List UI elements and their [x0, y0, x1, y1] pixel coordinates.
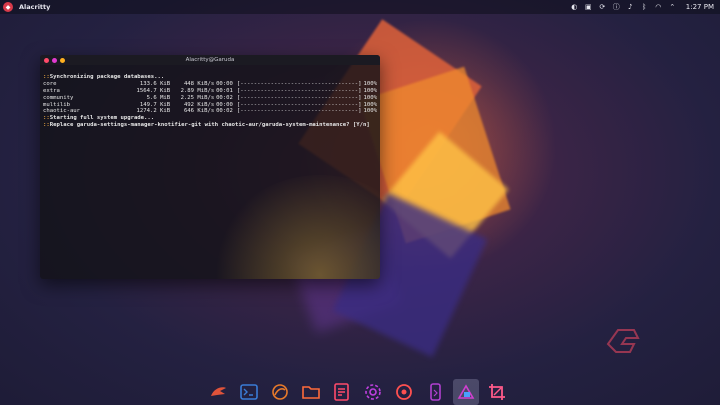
- terminal-icon: [240, 384, 258, 400]
- sync-line: :: Synchronizing package databases...: [43, 73, 165, 80]
- replace-prompt-line: :: Replace garuda-settings-manager-knoti…: [43, 122, 370, 129]
- repo-bar: [-----------------------------------]: [236, 87, 362, 94]
- repo-row: extra 1564.7 KiB 2.89 MiB/s 00:01 [---------…: [43, 88, 377, 95]
- browser-icon: [272, 384, 288, 400]
- repo-size: 133.6 KiB: [139, 80, 171, 87]
- update-notifier-icon[interactable]: ⟳: [598, 3, 607, 12]
- dock: [205, 379, 510, 405]
- repo-row: community 5.6 MiB 2.25 MiB/s 00:02 [--------…: [43, 95, 377, 102]
- repo-rate: 646 KiB/s: [183, 108, 215, 115]
- terminal-titlebar[interactable]: Alacritty@Garuda: [40, 55, 380, 65]
- repo-name: core: [43, 80, 57, 87]
- wifi-icon[interactable]: ◠: [654, 3, 663, 12]
- garuda-launcher-dock-button[interactable]: [205, 379, 231, 405]
- file-manager-icon: [302, 386, 320, 399]
- phone-dock-button[interactable]: [422, 379, 448, 405]
- repo-pct: 100%: [363, 80, 377, 87]
- repo-row: chaotic-aur 1274.2 KiB 646 KiB/s 00:02 [----…: [43, 108, 377, 115]
- repo-bar: [-----------------------------------]: [236, 108, 362, 115]
- repo-size: 1274.2 KiB: [136, 108, 171, 115]
- top-panel: ◆ Alacritty ◐ ▣ ⟳ ⓘ ♪ ᛒ ◠ ⌃ 1:27 PM: [0, 0, 720, 14]
- welcome-dock-button[interactable]: [453, 379, 479, 405]
- repo-pct: 100%: [363, 94, 377, 101]
- garuda-launcher-icon: [211, 387, 226, 396]
- text-editor-icon: [334, 383, 349, 401]
- file-manager-dock-button[interactable]: [298, 379, 324, 405]
- repo-rate: 448 KiB/s: [183, 80, 215, 87]
- repo-time: 00:00: [216, 101, 233, 108]
- system-tray: ◐ ▣ ⟳ ⓘ ♪ ᛒ ◠ ⌃ 1:27 PM: [570, 0, 714, 14]
- network-tray-icon[interactable]: ◐: [570, 3, 579, 12]
- volume-icon[interactable]: ♪: [626, 3, 635, 12]
- terminal-glow: [210, 175, 380, 279]
- repo-name: extra: [43, 87, 60, 94]
- active-app-title: Alacritty: [19, 3, 51, 11]
- assistant-dock-button[interactable]: [391, 379, 417, 405]
- text-editor-dock-button[interactable]: [329, 379, 355, 405]
- terminal-title: Alacritty@Garuda: [185, 57, 235, 63]
- terminal-output[interactable]: :: Synchronizing package databases... cor…: [40, 65, 380, 145]
- upgrade-line: :: Starting full system upgrade...: [43, 115, 155, 122]
- repo-size: 149.7 KiB: [139, 101, 171, 108]
- phone-icon: [430, 383, 441, 401]
- repo-name: multilib: [43, 101, 70, 108]
- settings-icon: [365, 384, 381, 400]
- repo-rate: 2.25 MiB/s: [180, 94, 215, 101]
- repo-size: 5.6 MiB: [146, 94, 171, 101]
- screenshot-dock-button[interactable]: [484, 379, 510, 405]
- repo-bar: [-----------------------------------]: [236, 101, 362, 108]
- repo-pct: 100%: [363, 108, 377, 115]
- repo-pct: 100%: [363, 101, 377, 108]
- settings-dock-button[interactable]: [360, 379, 386, 405]
- repo-bar: [-----------------------------------]: [236, 94, 362, 101]
- repo-row: multilib 149.7 KiB 492 KiB/s 00:00 [--------…: [43, 102, 377, 109]
- welcome-icon: [457, 384, 475, 399]
- repo-time: 00:00: [216, 80, 233, 87]
- repo-name: chaotic-aur: [43, 108, 81, 115]
- repo-pct: 100%: [363, 87, 377, 94]
- repo-row: core 133.6 KiB 448 KiB/s 00:00 [------------…: [43, 81, 377, 88]
- notifications-icon[interactable]: ⓘ: [612, 3, 621, 12]
- repo-time: 00:01: [216, 87, 233, 94]
- terminal-dock-button[interactable]: [236, 379, 262, 405]
- repo-time: 00:02: [216, 108, 233, 115]
- screenshot-icon: [489, 384, 505, 400]
- terminal-window[interactable]: Alacritty@Garuda :: Synchronizing packag…: [40, 55, 380, 279]
- garuda-watermark-icon: [606, 329, 640, 353]
- expand-tray-icon[interactable]: ⌃: [668, 3, 677, 12]
- app-menu-icon[interactable]: ◆: [3, 2, 13, 12]
- repo-name: community: [43, 94, 74, 101]
- assistant-icon: [396, 384, 412, 400]
- repo-time: 00:02: [216, 94, 233, 101]
- repo-rate: 492 KiB/s: [183, 101, 215, 108]
- browser-dock-button[interactable]: [267, 379, 293, 405]
- bluetooth-icon[interactable]: ᛒ: [640, 3, 649, 12]
- repo-bar: [-----------------------------------]: [236, 80, 362, 87]
- clipboard-icon[interactable]: ▣: [584, 3, 593, 12]
- repo-size: 1564.7 KiB: [136, 87, 171, 94]
- clock[interactable]: 1:27 PM: [686, 3, 714, 11]
- repo-rate: 2.89 MiB/s: [180, 87, 215, 94]
